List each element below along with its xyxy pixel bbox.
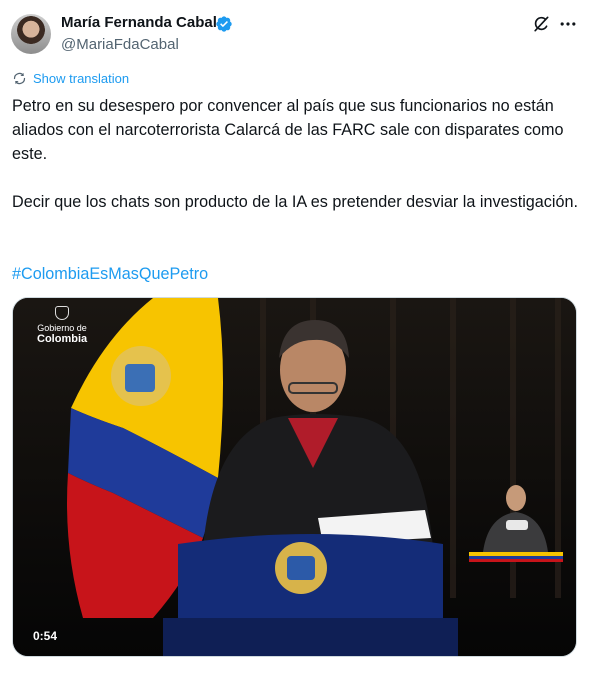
author-handle[interactable]: @MariaFdaCabal <box>61 36 179 53</box>
logo-text-line-2: Colombia <box>37 333 88 345</box>
show-translation-label[interactable]: Show translation <box>33 71 129 86</box>
tweet-card[interactable]: María Fernanda Cabal @MariaFdaCabal Show… <box>0 0 610 674</box>
hashtag-link[interactable]: #ColombiaEsMasQuePetro <box>12 262 208 286</box>
avatar[interactable] <box>11 14 51 54</box>
coat-of-arms-icon <box>55 306 70 320</box>
tweet-text-paragraph: Decir que los chats son producto de la I… <box>12 193 578 211</box>
author-display-name[interactable]: María Fernanda Cabal <box>61 14 217 31</box>
show-translation-link[interactable]: Show translation <box>12 71 129 86</box>
tweet-text-paragraph: Petro en su desespero por convencer al p… <box>12 97 564 163</box>
grok-icon[interactable] <box>531 14 551 34</box>
video-duration: 0:54 <box>33 629 58 643</box>
video-player[interactable]: Gobierno de Colombia 0:54 <box>12 297 577 657</box>
video-frame <box>13 298 576 656</box>
verified-badge-icon <box>216 16 232 32</box>
more-options-icon[interactable] <box>558 14 578 34</box>
translate-icon <box>13 72 26 85</box>
podium-graphic <box>163 534 458 656</box>
gobierno-colombia-logo: Gobierno de Colombia <box>37 306 87 345</box>
